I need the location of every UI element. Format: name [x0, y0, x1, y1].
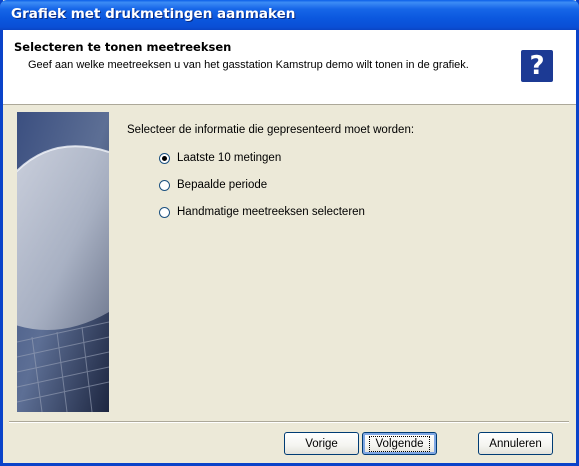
option-label: Laatste 10 metingen [177, 152, 282, 164]
wizard-header: Selecteren te tonen meetreeksen Geef aan… [3, 30, 576, 105]
radio-button[interactable] [159, 179, 170, 191]
cancel-button[interactable]: Annuleren [478, 432, 553, 455]
option-manual-series[interactable]: Handmatige meetreeksen selecteren [159, 204, 365, 220]
wizard-side-image [17, 112, 109, 412]
title-bar[interactable]: Grafiek met drukmetingen aanmaken [0, 0, 579, 30]
question-mark-icon: ? [521, 50, 553, 82]
footer-divider [9, 421, 569, 423]
radio-button[interactable] [159, 206, 170, 218]
header-title: Selecteren te tonen meetreeksen [14, 40, 232, 54]
option-last-10-measurements[interactable]: Laatste 10 metingen [159, 150, 281, 166]
window-title: Grafiek met drukmetingen aanmaken [11, 6, 296, 22]
back-button-label: Vorige [305, 437, 338, 450]
wizard-window: Grafiek met drukmetingen aanmaken Select… [0, 0, 579, 466]
next-button[interactable]: Volgende [362, 432, 437, 455]
option-label: Bepaalde periode [177, 179, 268, 191]
option-specific-period[interactable]: Bepaalde periode [159, 177, 267, 193]
next-button-label: Volgende [368, 435, 431, 452]
selection-prompt: Selecteer de informatie die gepresenteer… [127, 124, 415, 136]
back-button[interactable]: Vorige [284, 432, 359, 455]
header-subtitle: Geef aan welke meetreeksen u van het gas… [28, 59, 469, 71]
option-label: Handmatige meetreeksen selecteren [177, 206, 365, 218]
cancel-button-label: Annuleren [489, 437, 542, 450]
radio-button-selected[interactable] [159, 152, 170, 164]
